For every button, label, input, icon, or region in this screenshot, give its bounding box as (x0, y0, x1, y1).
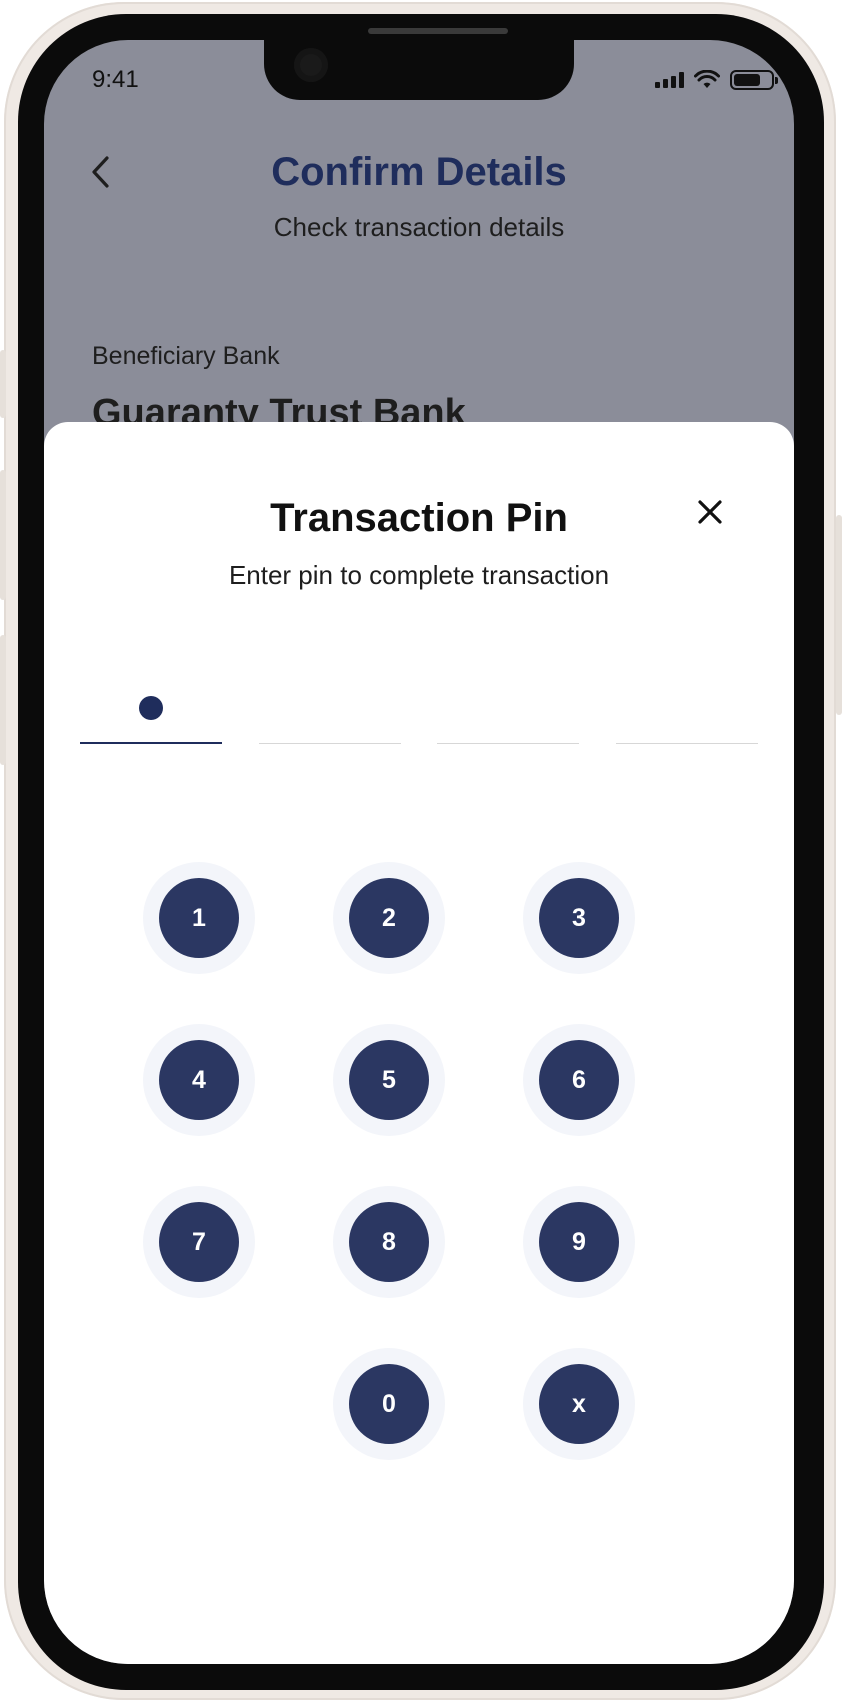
keypad-key-5[interactable]: 5 (349, 1040, 429, 1120)
page-title: Confirm Details (271, 150, 567, 194)
keypad-key-8[interactable]: 8 (349, 1202, 429, 1282)
status-icons (655, 70, 778, 90)
battery-icon (730, 70, 778, 90)
numeric-keypad: 1 2 3 4 5 6 7 8 9 0 x (44, 422, 794, 1664)
keypad-key-9[interactable]: 9 (539, 1202, 619, 1282)
beneficiary-bank-label: Beneficiary Bank (92, 342, 280, 370)
keypad-delete-button[interactable]: x (539, 1364, 619, 1444)
transaction-pin-sheet: Transaction Pin Enter pin to complete tr… (44, 422, 794, 1664)
mute-switch (0, 350, 6, 418)
volume-down-button (0, 635, 6, 765)
keypad-key-halo: 0 (333, 1348, 445, 1460)
front-camera (294, 48, 328, 82)
keypad-key-0[interactable]: 0 (349, 1364, 429, 1444)
keypad-key-halo: 9 (523, 1186, 635, 1298)
keypad-key-halo: 2 (333, 862, 445, 974)
status-time: 9:41 (92, 66, 139, 93)
page-subtitle: Check transaction details (273, 212, 565, 242)
volume-up-button (0, 470, 6, 600)
keypad-key-halo: x (523, 1348, 635, 1460)
keypad-key-3[interactable]: 3 (539, 878, 619, 958)
keypad-key-7[interactable]: 7 (159, 1202, 239, 1282)
keypad-key-2[interactable]: 2 (349, 878, 429, 958)
earpiece (368, 28, 508, 34)
keypad-key-halo: 7 (143, 1186, 255, 1298)
keypad-key-1[interactable]: 1 (159, 878, 239, 958)
wifi-icon (694, 70, 720, 88)
keypad-key-halo: 6 (523, 1024, 635, 1136)
power-button (836, 515, 842, 715)
keypad-key-halo: 3 (523, 862, 635, 974)
notch (264, 40, 574, 100)
keypad-key-halo: 1 (143, 862, 255, 974)
cellular-signal-icon (655, 72, 684, 88)
keypad-key-halo: 8 (333, 1186, 445, 1298)
keypad-key-6[interactable]: 6 (539, 1040, 619, 1120)
screen: 9:41 Confirm Details Check transaction d… (44, 40, 794, 1664)
keypad-key-halo: 5 (333, 1024, 445, 1136)
keypad-key-4[interactable]: 4 (159, 1040, 239, 1120)
keypad-key-halo: 4 (143, 1024, 255, 1136)
